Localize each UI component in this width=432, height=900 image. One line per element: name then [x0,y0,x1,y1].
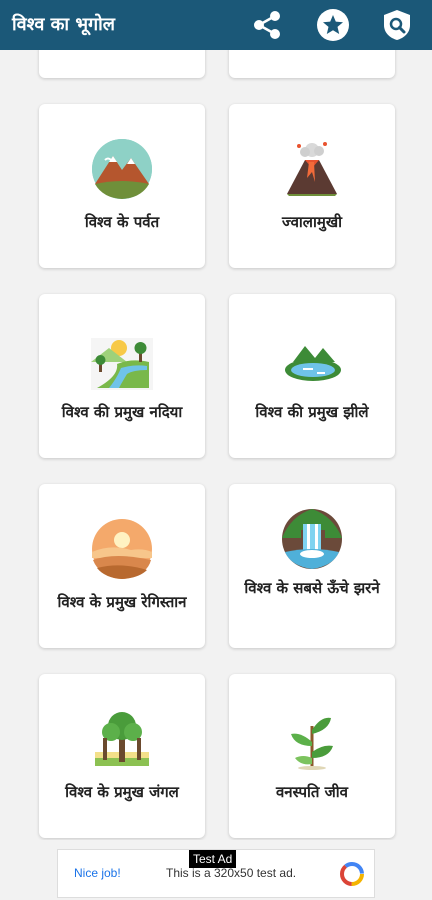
card-label: ज्वालामुखी [282,213,342,231]
ad-cta[interactable]: Nice job! [74,866,121,880]
river-icon [91,338,153,390]
card-rivers[interactable]: विश्व की प्रमुख नदिया [39,294,205,458]
card-flora[interactable]: वनस्पति जीव [229,674,395,838]
card-partial-right[interactable] [229,50,395,78]
lake-icon [285,346,341,381]
card-forests[interactable]: विश्व के प्रमुख जंगल [39,674,205,838]
waterfall-icon [282,509,342,569]
mountain-icon [92,139,152,199]
card-lakes[interactable]: विश्व की प्रमुख झीले [229,294,395,458]
desert-icon [92,519,152,579]
test-ad-tag: Test Ad [189,850,237,868]
card-partial-left[interactable] [39,50,205,78]
card-label: विश्व के प्रमुख रेगिस्तान [57,593,187,611]
forest-icon [95,712,149,766]
privacy-shield-icon[interactable] [380,8,414,42]
card-label: विश्व के प्रमुख जंगल [65,783,179,801]
plant-icon [291,717,333,770]
category-grid: विश्व के पर्वत ज्वालामुखी विश्व की प्रमु… [0,50,432,840]
card-label: विश्व के पर्वत [84,213,160,231]
card-volcanoes[interactable]: ज्वालामुखी [229,104,395,268]
app-title: विश्व का भूगोल [12,14,116,35]
card-label: विश्व की प्रमुख झीले [255,403,369,421]
volcano-icon [287,142,337,196]
card-label: विश्व के सबसे ऊँचे झरने [244,579,380,597]
star-icon[interactable] [316,8,350,42]
card-mountains[interactable]: विश्व के पर्वत [39,104,205,268]
card-waterfalls[interactable]: विश्व के सबसे ऊँचे झरने [229,484,395,648]
app-bar: विश्व का भूगोल [0,0,432,50]
ad-choices-logo-icon[interactable] [338,860,366,888]
ad-text: This is a 320x50 test ad. [166,866,297,880]
card-deserts[interactable]: विश्व के प्रमुख रेगिस्तान [39,484,205,648]
card-label: विश्व की प्रमुख नदिया [61,403,183,421]
share-icon[interactable] [250,8,284,42]
card-label: वनस्पति जीव [275,783,349,801]
